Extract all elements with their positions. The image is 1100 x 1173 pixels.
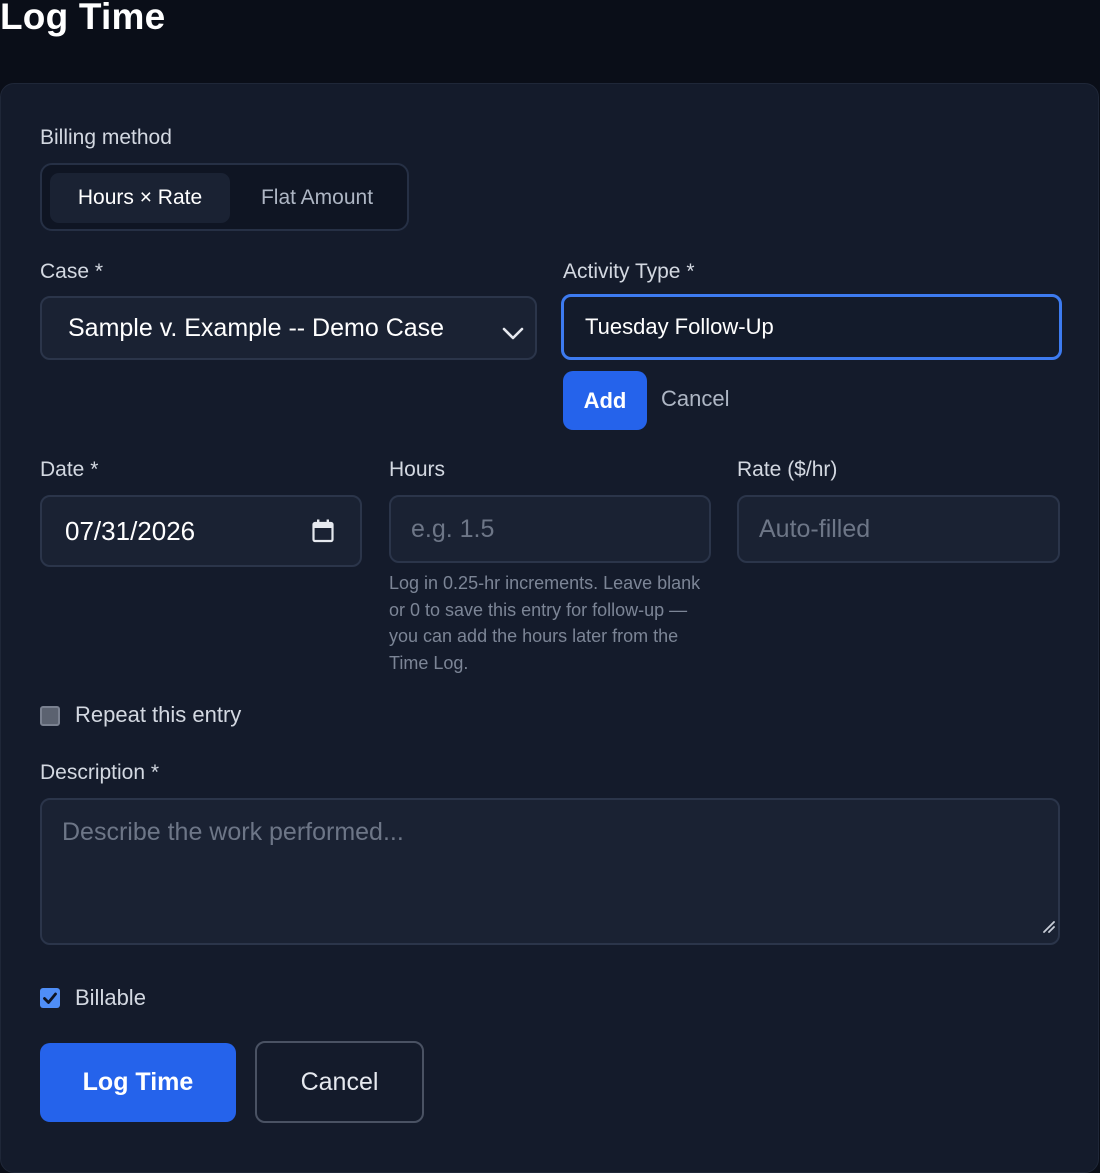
hours-label: Hours <box>389 458 446 481</box>
date-input[interactable]: 07/31/2026 <box>40 495 362 567</box>
hours-input[interactable]: e.g. 1.5 <box>389 495 711 563</box>
billable-label: Billable <box>75 985 146 1010</box>
calendar-icon[interactable] <box>311 518 335 551</box>
check-icon <box>43 992 57 1004</box>
cancel-activity-button[interactable]: Cancel <box>661 386 729 412</box>
case-select[interactable]: Sample v. Example -- Demo Case <box>40 296 537 360</box>
billable-checkbox[interactable] <box>40 988 60 1008</box>
billing-method-toggle: Hours × Rate Flat Amount <box>40 163 409 231</box>
description-label: Description * <box>40 761 160 784</box>
activity-type-label: Activity Type * <box>563 260 695 283</box>
repeat-label: Repeat this entry <box>75 702 242 727</box>
hours-placeholder: e.g. 1.5 <box>411 514 495 543</box>
case-label: Case * <box>40 260 104 283</box>
add-activity-button[interactable]: Add <box>563 371 647 430</box>
hours-hint: Log in 0.25-hr increments. Leave blank o… <box>389 573 701 673</box>
description-textarea[interactable]: Describe the work performed... <box>40 798 1060 945</box>
cancel-button[interactable]: Cancel <box>255 1041 424 1123</box>
rate-label: Rate ($/hr) <box>737 458 838 481</box>
date-label: Date * <box>40 458 99 481</box>
rate-input[interactable]: Auto-filled <box>737 495 1060 563</box>
activity-type-value: Tuesday Follow-Up <box>585 314 774 339</box>
repeat-checkbox[interactable] <box>40 706 60 726</box>
date-value: 07/31/2026 <box>65 515 196 546</box>
billing-option-hours-rate[interactable]: Hours × Rate <box>50 173 230 223</box>
log-time-button[interactable]: Log Time <box>40 1043 236 1122</box>
billing-method-label: Billing method <box>40 126 172 149</box>
billing-option-flat-amount[interactable]: Flat Amount <box>237 173 397 223</box>
page-title: Log Time <box>0 0 166 37</box>
chevron-down-icon <box>501 320 525 349</box>
case-select-value: Sample v. Example -- Demo Case <box>68 313 445 342</box>
rate-placeholder: Auto-filled <box>759 514 871 543</box>
description-placeholder: Describe the work performed... <box>62 818 404 846</box>
resize-handle-icon[interactable] <box>1041 911 1055 940</box>
activity-type-input[interactable]: Tuesday Follow-Up <box>561 294 1062 360</box>
